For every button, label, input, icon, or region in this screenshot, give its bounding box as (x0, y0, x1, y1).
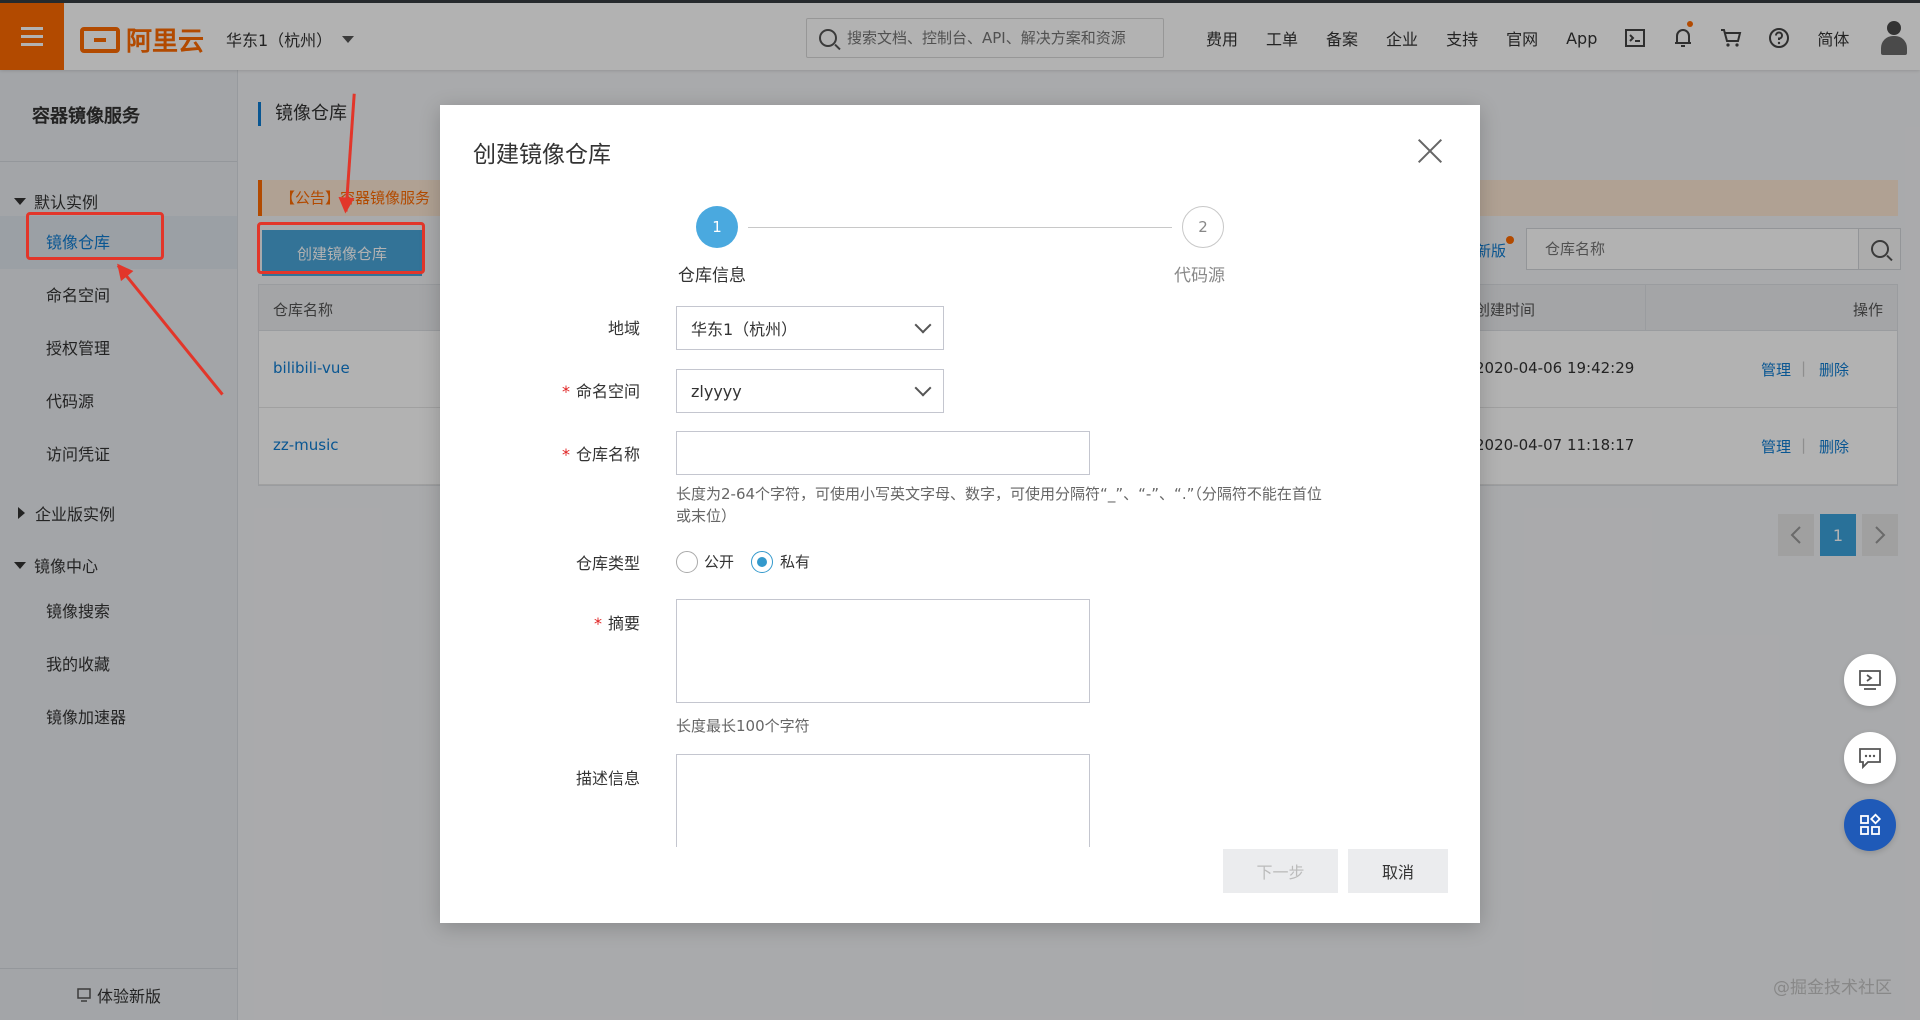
region-select-value: 华东1（杭州） (691, 320, 798, 339)
repo-name-label-text: 仓库名称 (575, 445, 640, 464)
repo-type-private-label[interactable]: 私有 (780, 551, 810, 572)
screen-share-float-button[interactable] (1844, 654, 1896, 706)
namespace-label-text: 命名空间 (575, 382, 640, 401)
summary-help: 长度最长100个字符 (676, 717, 810, 735)
summary-textarea[interactable] (676, 599, 1090, 703)
namespace-select-value: zlyyyy (691, 381, 742, 401)
screen-icon (1859, 670, 1881, 690)
cancel-button[interactable]: 取消 (1348, 849, 1448, 893)
annotation-box-sidebar (26, 212, 164, 260)
description-field-label: 描述信息 (575, 769, 640, 788)
chevron-down-icon (914, 379, 932, 397)
repo-name-help-line2: 或末位） (676, 507, 737, 525)
close-icon[interactable] (1418, 139, 1442, 163)
annotation-box-create-button (257, 222, 425, 274)
region-field-label: 地域 (607, 319, 640, 338)
chevron-down-icon (914, 316, 932, 334)
repo-type-public-radio[interactable] (676, 551, 698, 573)
summary-label-text: 摘要 (607, 614, 640, 633)
required-marker: * (561, 445, 570, 464)
required-marker: * (561, 382, 570, 401)
repo-type-private-radio[interactable] (751, 551, 773, 573)
repo-name-field-label: * 仓库名称 (440, 441, 640, 465)
chat-float-button[interactable] (1844, 732, 1896, 784)
repo-type-public-label[interactable]: 公开 (704, 551, 734, 572)
description-textarea[interactable] (676, 754, 1090, 854)
create-repo-dialog: 创建镜像仓库 1 2 仓库信息 代码源 地域 华东1（杭州） * 命名空间 zly… (440, 105, 1480, 923)
chat-icon (1859, 748, 1881, 769)
watermark: @掘金技术社区 (1773, 978, 1892, 998)
step-2-label: 代码源 (1174, 266, 1225, 286)
region-select[interactable]: 华东1（杭州） (676, 306, 944, 350)
repo-type-field-label: 仓库类型 (575, 554, 640, 573)
step-1-circle: 1 (696, 206, 738, 248)
step-2-circle: 2 (1182, 206, 1224, 248)
next-step-button[interactable]: 下一步 (1223, 849, 1338, 893)
apps-grid-icon (1860, 813, 1882, 835)
required-marker: * (593, 614, 602, 633)
step-connector (748, 227, 1172, 228)
repo-name-input[interactable] (676, 431, 1090, 475)
step-1-label: 仓库信息 (678, 266, 746, 286)
repo-name-help: 长度为2-64个字符，可使用小写英文字母、数字，可使用分隔符“_”、“-”、“.… (676, 483, 1376, 527)
summary-field-label: * 摘要 (440, 610, 640, 634)
apps-float-button[interactable] (1844, 799, 1896, 851)
repo-name-help-line1: 长度为2-64个字符，可使用小写英文字母、数字，可使用分隔符“_”、“-”、“.… (676, 485, 1322, 503)
namespace-select[interactable]: zlyyyy (676, 369, 944, 413)
dialog-title: 创建镜像仓库 (473, 142, 611, 168)
namespace-field-label: * 命名空间 (440, 378, 640, 402)
